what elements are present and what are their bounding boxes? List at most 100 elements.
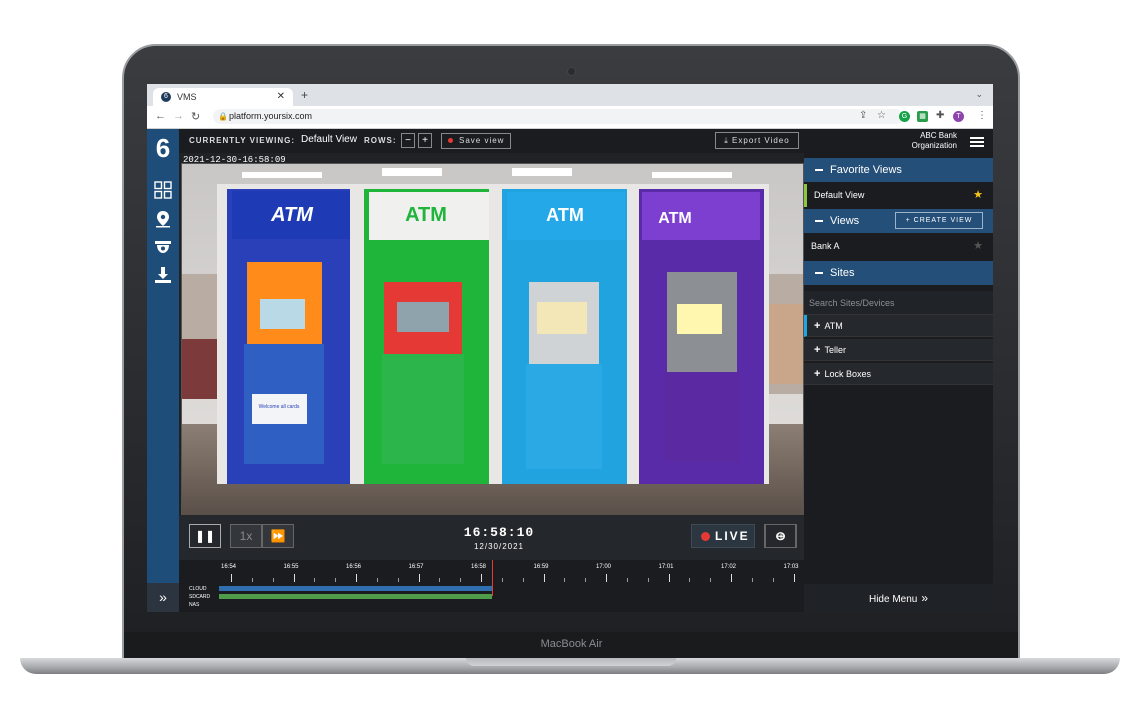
extensions-puzzle-icon[interactable]: ✚ [936, 110, 944, 121]
timeline-tick [668, 574, 670, 582]
tab-title: VMS [177, 92, 197, 102]
live-button[interactable]: LIVE [691, 524, 755, 548]
live-label: LIVE [715, 529, 750, 543]
collapse-minus-icon [815, 169, 823, 172]
save-view-label: Save view [459, 136, 505, 145]
grammarly-extension-icon[interactable]: G [899, 111, 910, 122]
timeline-tick [606, 574, 607, 582]
double-chevron-right-icon: » [921, 591, 929, 605]
back-icon[interactable]: ← [155, 110, 166, 122]
url-text: platform.yoursix.com [229, 111, 313, 121]
favorite-star-icon[interactable]: ★ [973, 184, 983, 207]
timeline-tick-label: 16:55 [283, 564, 299, 570]
timeline-tick [418, 574, 420, 582]
favorite-views-header[interactable]: Favorite Views [804, 158, 993, 182]
profile-avatar-icon[interactable]: T [953, 111, 964, 122]
tab-search-chevron-icon[interactable]: ⌄ [975, 89, 983, 100]
timeline-tick-label: 17:02 [721, 564, 737, 570]
search-sites-input[interactable]: Search Sites/Devices [804, 291, 993, 315]
screen: 6 VMS ✕ + ⌄ ← → ↻ 🔒 platform.yoursix.com… [147, 84, 993, 612]
browser-tab[interactable]: 6 VMS ✕ [153, 88, 293, 106]
timeline-minor-tick [647, 578, 649, 582]
timeline-tick-label: 17:03 [783, 564, 799, 570]
expand-plus-icon: + [814, 368, 821, 380]
record-dot-icon [448, 138, 453, 144]
hide-menu-button[interactable]: Hide Menu» [804, 584, 993, 612]
organization-info[interactable]: ABC Bank Organization [884, 131, 957, 151]
rows-decrease-button[interactable]: − [401, 133, 415, 148]
laptop-model-label: MacBook Air [540, 638, 603, 650]
download-icon[interactable] [154, 266, 172, 284]
collapse-minus-icon [815, 220, 823, 223]
hamburger-menu-icon[interactable] [970, 137, 984, 147]
export-download-icon: ⤓ [724, 136, 729, 145]
track-label-nas: NAS [189, 602, 200, 608]
reload-icon[interactable]: ↻ [191, 110, 200, 123]
timeline-tick [356, 574, 357, 582]
yoursix-favicon-icon: 6 [161, 92, 171, 102]
video-timestamp: 2021-12-30-16:58:09 [183, 155, 286, 165]
atm-sign-blue: ATM [546, 205, 584, 225]
playback-date: 12/30/2021 [473, 542, 525, 551]
timeline-playhead[interactable] [492, 560, 493, 596]
timeline-minor-tick [751, 578, 753, 582]
sheets-extension-icon[interactable]: ▦ [917, 111, 928, 122]
site-item-lock-boxes[interactable]: + Lock Boxes [804, 363, 993, 385]
bookmark-star-icon[interactable]: ☆ [877, 110, 886, 121]
atm-sticker-text: Welcome all cards [259, 404, 300, 410]
track-label-cloud: CLOUD [189, 586, 207, 592]
forward-icon[interactable]: → [173, 110, 184, 122]
view-label: Bank A [811, 241, 840, 251]
organization-type: Organization [911, 141, 957, 150]
browser-menu-icon[interactable]: ⋮ [977, 110, 987, 121]
atm-sign-purple: ATM [658, 210, 691, 227]
url-field[interactable]: 🔒 platform.yoursix.com [213, 109, 903, 124]
save-view-button[interactable]: Save view [441, 133, 511, 149]
rows-label: ROWS: [364, 136, 397, 145]
playback-controls: ❚❚ 1x ⏩ 16:58:10 12/30/2021 LIVE ⊕ [179, 515, 804, 560]
pause-button[interactable]: ❚❚ [189, 524, 221, 548]
timeline-tick-label: 17:00 [596, 564, 612, 570]
left-nav-bar: 6 » [147, 129, 179, 612]
current-view-name: Default View [301, 134, 357, 145]
site-item-atm[interactable]: + ATM [804, 315, 993, 337]
fast-forward-icon: ⏩ [270, 529, 286, 543]
export-video-button[interactable]: ⤓ Export Video [715, 132, 799, 149]
share-icon[interactable]: ⇪ [859, 110, 867, 121]
favorite-view-item[interactable]: Default View ★ [804, 184, 993, 207]
timeline-minor-tick [772, 578, 774, 582]
view-item[interactable]: Bank A ★ [804, 235, 993, 258]
timeline-tick-label: 17:01 [658, 564, 674, 570]
timeline[interactable]: CLOUD SDCARD NAS 16:54 16:55 16:56 16:57 16:… [179, 560, 804, 612]
timeline-minor-tick [376, 578, 378, 582]
fast-forward-button[interactable]: ⏩ [262, 524, 294, 548]
export-video-label: Export Video [732, 136, 790, 145]
yoursix-logo-icon[interactable]: 6 [151, 133, 175, 163]
sites-header[interactable]: Sites [804, 261, 993, 285]
close-tab-icon[interactable]: ✕ [277, 91, 285, 102]
timeline-minor-tick [314, 578, 316, 582]
rows-increase-button[interactable]: + [418, 133, 432, 148]
browser-tab-bar: 6 VMS ✕ + ⌄ [147, 84, 993, 106]
timeline-minor-tick [564, 578, 566, 582]
timeline-tick [481, 574, 482, 582]
camera-video-feed[interactable]: ATM ATM ATM ATM Welcome all cards [181, 163, 804, 517]
map-pin-icon[interactable] [154, 210, 172, 228]
track-label-sdcard: SDCARD [189, 594, 211, 600]
timeline-minor-tick [501, 578, 503, 582]
site-item-teller[interactable]: + Teller [804, 339, 993, 361]
timeline-tick-label: 16:58 [471, 564, 487, 570]
expand-sidebar-icon[interactable]: » [147, 583, 179, 612]
timeline-tick-label: 16:59 [533, 564, 549, 570]
unfavorite-star-icon[interactable]: ★ [973, 235, 983, 258]
dome-camera-icon[interactable] [154, 238, 172, 256]
zoom-out-button[interactable]: ⊖ [764, 524, 796, 548]
new-tab-icon[interactable]: + [301, 88, 308, 102]
site-label: Teller [824, 345, 846, 355]
views-header[interactable]: Views + CREATE VIEW [804, 209, 993, 233]
zoom-out-icon: ⊖ [774, 529, 786, 543]
create-view-button[interactable]: + CREATE VIEW [895, 212, 983, 229]
playback-speed-button[interactable]: 1x [230, 524, 262, 548]
grid-views-icon[interactable] [154, 181, 172, 199]
views-title: Views [830, 215, 860, 227]
